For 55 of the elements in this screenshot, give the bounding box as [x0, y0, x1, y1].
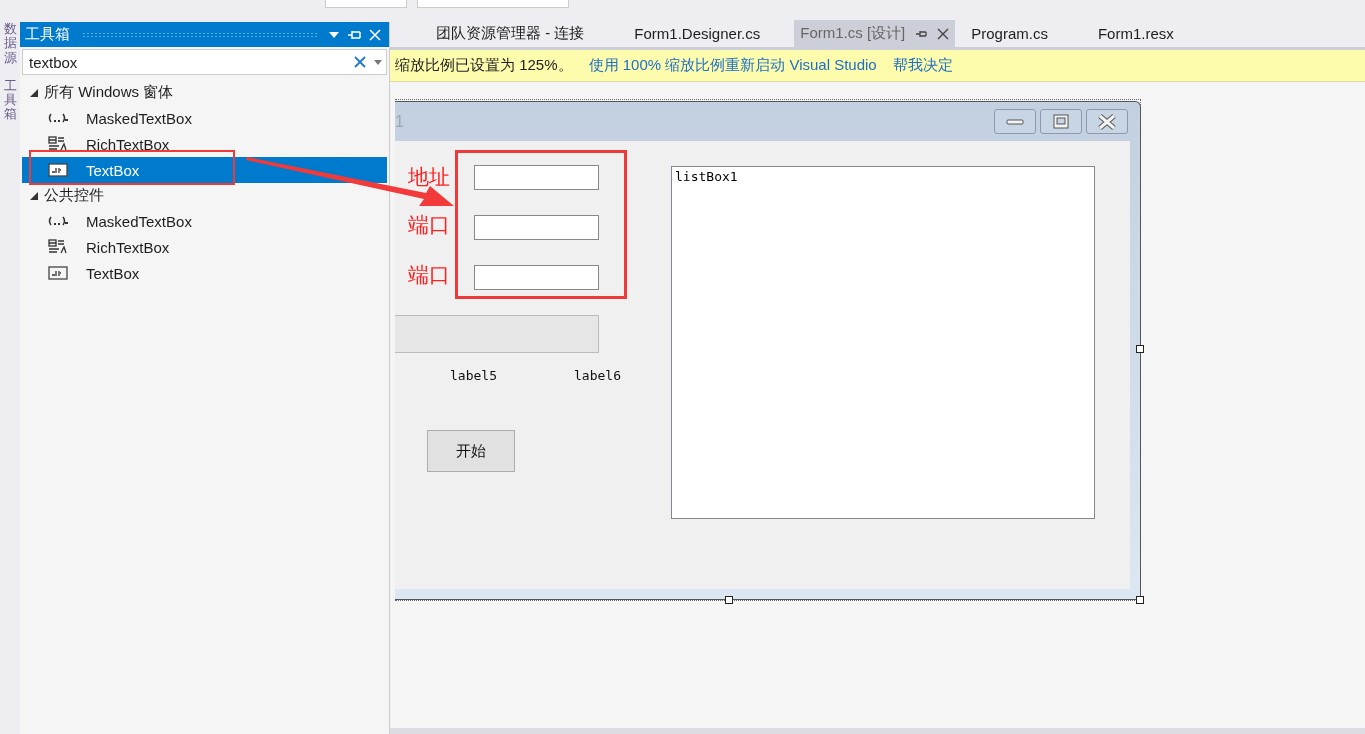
masked-textbox-icon [48, 111, 68, 125]
close-icon[interactable] [937, 27, 950, 40]
document-tab[interactable]: Program.cs [955, 20, 1064, 47]
form-label: label5 [450, 368, 497, 383]
toolbox-item[interactable]: TextBox [22, 157, 387, 183]
form-label: label6 [574, 368, 621, 383]
side-tab[interactable]: 数据源 [3, 22, 17, 65]
resize-handle[interactable] [1136, 596, 1144, 604]
toolbox-item[interactable]: MaskedTextBox [22, 208, 387, 234]
document-tab[interactable]: 团队资源管理器 - 连接 [420, 20, 601, 47]
field-label: 端口 [407, 213, 450, 237]
search-input[interactable]: textbox [29, 53, 346, 71]
list-box-name: listBox1 [675, 169, 738, 184]
pin-icon[interactable] [347, 28, 361, 41]
text-box[interactable] [474, 165, 599, 190]
panel-title: 工具箱 [25, 25, 70, 44]
expand-icon[interactable] [30, 88, 38, 97]
info-message: 缩放比例已设置为 125%。 [395, 56, 573, 75]
rich-textbox-icon [48, 136, 68, 152]
minimize-icon [1006, 117, 1024, 126]
toolbox-item[interactable]: TextBox [22, 260, 387, 286]
dropdown-icon[interactable] [329, 31, 339, 38]
textbox-icon [48, 163, 68, 177]
close-icon [1097, 113, 1117, 130]
document-tab[interactable]: Form1.Designer.cs [618, 20, 777, 47]
dropdown-icon[interactable] [374, 59, 382, 65]
maximize-button[interactable] [1040, 109, 1082, 134]
document-tab[interactable]: Form1.resx [1081, 20, 1190, 47]
resize-handle[interactable] [725, 596, 733, 604]
resize-handle[interactable] [1136, 345, 1144, 353]
search-field[interactable]: textbox [22, 49, 387, 75]
text-box[interactable] [474, 215, 599, 240]
toolbox-item[interactable]: RichTextBox [22, 234, 387, 260]
field-label: 端口 [407, 263, 450, 287]
list-box[interactable]: listBox1 [671, 166, 1095, 519]
info-link[interactable]: 使用 100% 缩放比例重新启动 Visual Studio [588, 56, 877, 75]
start-button[interactable]: 开始 [427, 430, 515, 472]
document-tab[interactable]: Form1.cs [设计] [794, 20, 956, 47]
toolbox-item[interactable]: RichTextBox [22, 131, 387, 157]
toolbox-item[interactable]: MaskedTextBox [22, 105, 387, 131]
textbox-icon [48, 266, 68, 280]
expand-icon[interactable] [30, 191, 38, 200]
field-label: 地址 [407, 165, 450, 189]
side-tab[interactable]: 工具箱 [3, 78, 17, 122]
maximize-icon [1052, 113, 1070, 130]
tree-group[interactable]: 所有 Windows 窗体 [20, 80, 389, 105]
close-button[interactable] [1086, 109, 1128, 134]
rich-textbox-icon [48, 239, 68, 255]
text-box[interactable] [474, 265, 599, 290]
info-link[interactable]: 帮我决定 [892, 56, 953, 75]
masked-textbox-icon [48, 214, 68, 228]
tree-group[interactable]: 公共控件 [20, 183, 389, 208]
scroll-bar[interactable] [390, 728, 1365, 734]
clear-icon[interactable] [354, 56, 366, 68]
minimize-button[interactable] [994, 109, 1036, 134]
